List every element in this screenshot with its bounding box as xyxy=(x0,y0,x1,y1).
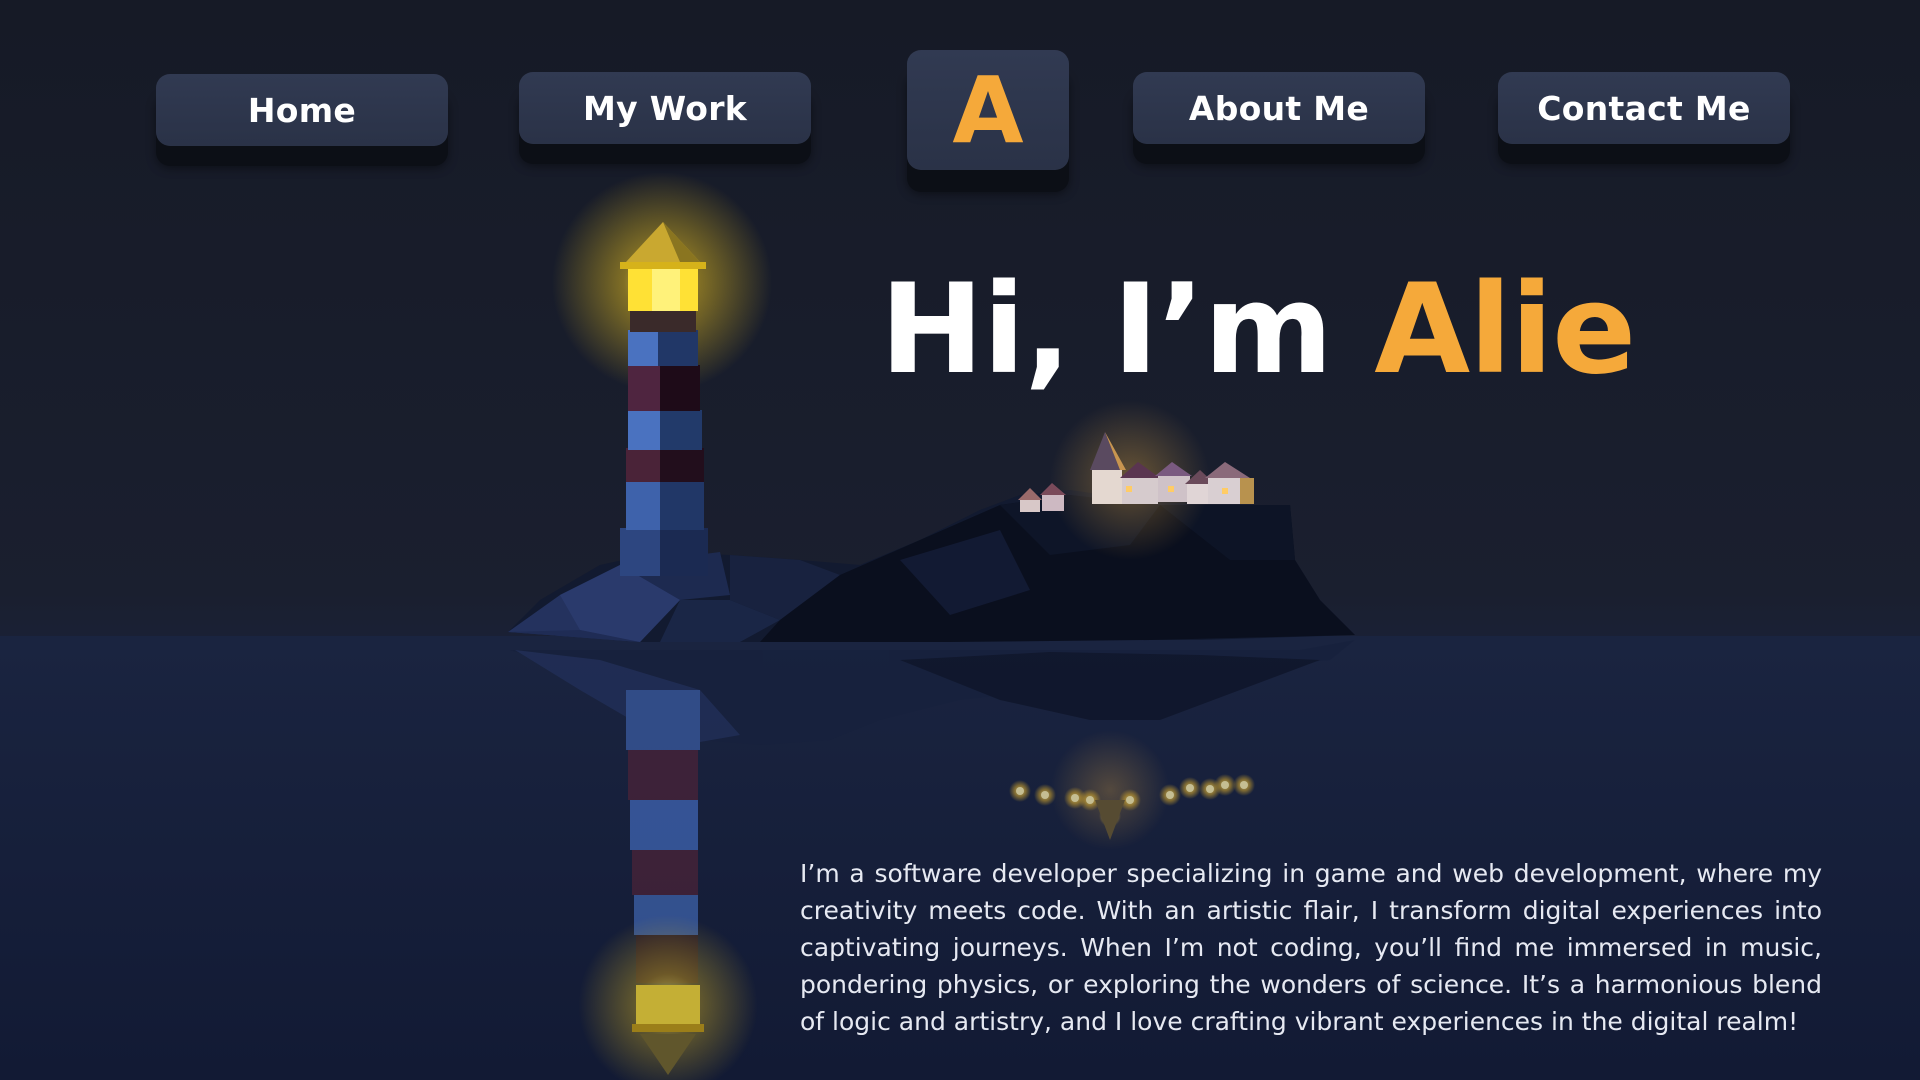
hero-greeting: Hi, I’m xyxy=(880,258,1375,402)
nav-my-work-button[interactable]: My Work xyxy=(519,72,811,144)
bio-paragraph: I’m a software developer specializing in… xyxy=(800,859,1822,1036)
nav-contact-me-button[interactable]: Contact Me xyxy=(1498,72,1790,144)
lighthouse xyxy=(552,172,772,576)
logo-button[interactable]: A xyxy=(907,50,1069,170)
nav-my-work-label: My Work xyxy=(582,88,748,128)
hero-heading: Hi, I’m Alie xyxy=(880,255,1880,405)
nav-home-label: Home xyxy=(247,90,357,130)
page: Home My Work A About Me Contact Me Hi, I… xyxy=(0,0,1920,1080)
logo-letter: A xyxy=(952,56,1024,164)
hero-name: Alie xyxy=(1374,258,1636,402)
nav-home-button[interactable]: Home xyxy=(156,74,448,146)
nav-about-me-label: About Me xyxy=(1188,88,1370,128)
nav-contact-me-label: Contact Me xyxy=(1537,88,1751,128)
nav-about-me-button[interactable]: About Me xyxy=(1133,72,1425,144)
